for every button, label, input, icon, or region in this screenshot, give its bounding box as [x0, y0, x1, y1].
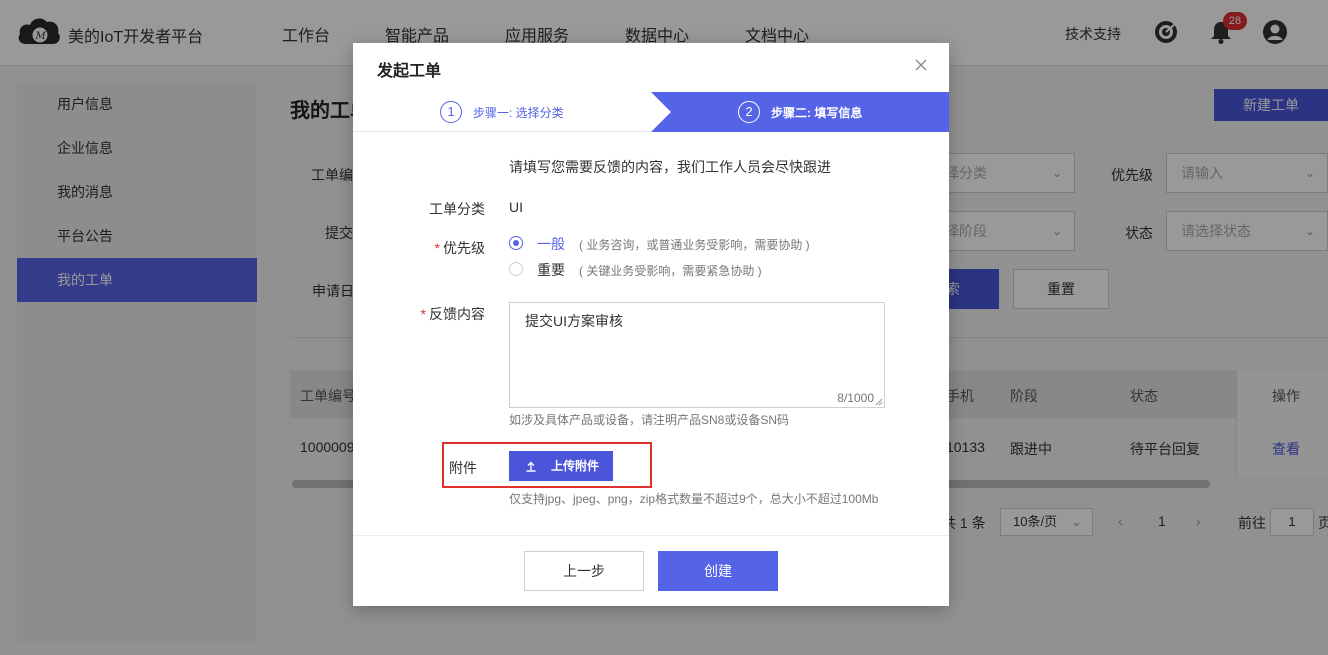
priority-label: * 优先级 — [413, 238, 485, 258]
priority-important-hint: ( 关键业务受影响，需要紧急协助 ) — [579, 264, 762, 278]
upload-attachment-button[interactable]: 上传附件 — [509, 451, 613, 481]
create-button[interactable]: 创建 — [658, 551, 778, 591]
form-intro: 请填写您需要反馈的内容，我们工作人员会尽快跟进 — [509, 159, 831, 175]
feedback-label-text: 反馈内容 — [429, 306, 485, 322]
modal-title: 发起工单 — [377, 63, 442, 80]
upload-button-label: 上传附件 — [551, 459, 600, 473]
priority-important-label[interactable]: 重要 — [537, 260, 565, 280]
attachment-label: 附件 — [449, 460, 477, 476]
priority-normal-radio[interactable] — [509, 236, 523, 250]
footer-divider — [353, 535, 949, 536]
required-mark: * — [420, 306, 426, 322]
feedback-textarea[interactable]: 提交UI方案审核 8/1000 — [509, 302, 885, 408]
step-2-label[interactable]: 步骤二: 填写信息 — [771, 104, 862, 121]
feedback-label: * 反馈内容 — [405, 304, 485, 324]
step-1-number: 1 — [440, 101, 462, 123]
step-2-number: 2 — [738, 101, 760, 123]
char-counter: 8/1000 — [837, 391, 874, 405]
close-icon[interactable] — [913, 57, 929, 73]
feedback-value: 提交UI方案审核 — [525, 313, 623, 329]
resize-grip-icon[interactable] — [875, 398, 883, 406]
step-1-label[interactable]: 步骤一: 选择分类 — [473, 104, 564, 121]
steps-bar: 1 步骤一: 选择分类 2 步骤二: 填写信息 — [353, 92, 949, 132]
category-label: 工单分类 — [429, 201, 485, 217]
required-mark: * — [434, 240, 440, 256]
priority-normal-hint: ( 业务咨询，或普通业务受影响，需要协助 ) — [579, 238, 810, 252]
priority-label-text: 优先级 — [443, 240, 485, 256]
priority-important-radio[interactable] — [509, 262, 523, 276]
category-value: UI — [509, 199, 523, 215]
create-ticket-modal: 发起工单 1 步骤一: 选择分类 2 步骤二: 填写信息 请填写您需要反馈的内容… — [353, 43, 949, 606]
priority-normal-label[interactable]: 一般 — [537, 234, 565, 254]
previous-step-button[interactable]: 上一步 — [524, 551, 644, 591]
feedback-hint: 如涉及具体产品或设备，请注明产品SN8或设备SN码 — [509, 413, 790, 427]
upload-icon — [526, 461, 536, 472]
attachment-hint: 仅支持jpg、jpeg、png，zip格式数量不超过9个，总大小不超过100Mb — [509, 492, 879, 506]
